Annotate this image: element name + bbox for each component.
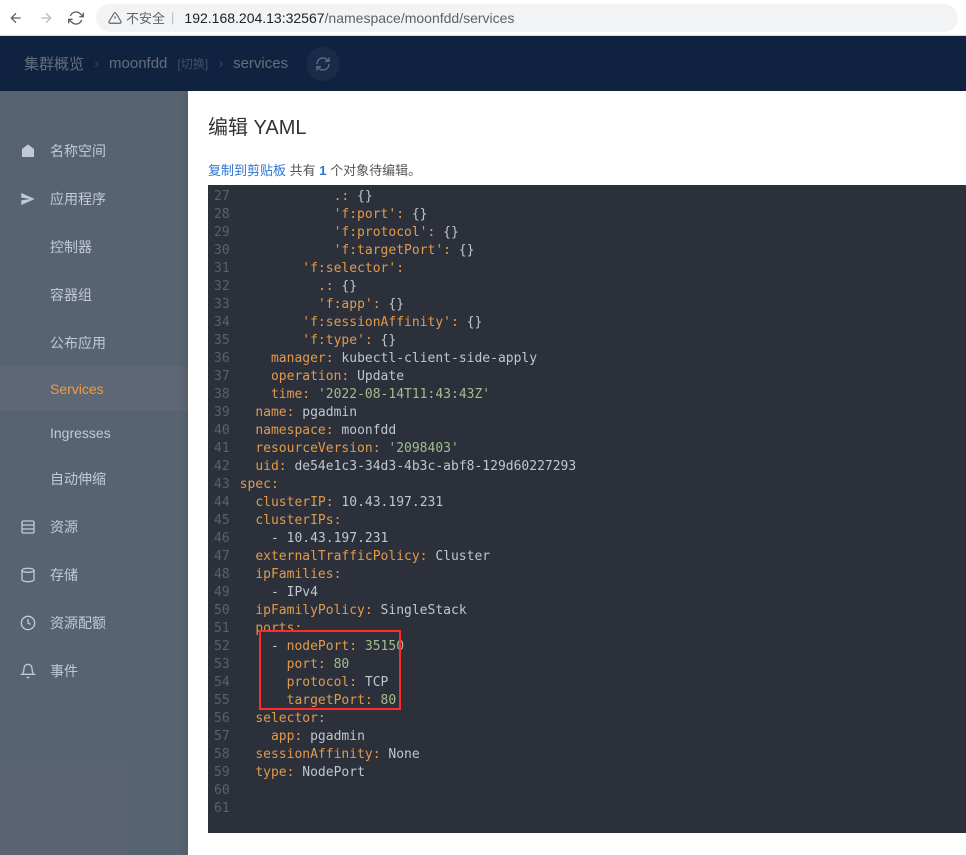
sidebar-item-1[interactable]: 应用程序 xyxy=(0,175,188,223)
sidebar-item-label: 存储 xyxy=(50,565,78,585)
sidebar-item-11[interactable]: 事件 xyxy=(0,647,188,695)
sidebar-item-label: 资源 xyxy=(50,517,78,537)
sidebar-item-label: 公布应用 xyxy=(50,333,106,353)
sidebar-item-5[interactable]: Services xyxy=(0,367,188,411)
code-line: resourceVersion: '2098403' xyxy=(240,440,966,458)
code-line: 'f:port': {} xyxy=(240,206,966,224)
code-line: .: {} xyxy=(240,188,966,206)
code-line: operation: Update xyxy=(240,368,966,386)
sidebar-item-label: 容器组 xyxy=(50,285,92,305)
sidebar-item-4[interactable]: 公布应用 xyxy=(0,319,188,367)
sidebar-item-0[interactable]: 名称空间 xyxy=(0,127,188,175)
sidebar-item-10[interactable]: 资源配额 xyxy=(0,599,188,647)
code-line: - IPv4 xyxy=(240,584,966,602)
warning-triangle-icon xyxy=(108,11,122,25)
code-line: ipFamilies: xyxy=(240,566,966,584)
code-line: clusterIPs: xyxy=(240,512,966,530)
code-line: type: NodePort xyxy=(240,764,966,782)
sidebar: 名称空间应用程序控制器容器组公布应用 Services Ingresses 自动伸缩资… xyxy=(0,91,188,855)
code-line: ports: xyxy=(240,620,966,638)
url-bar[interactable]: 不安全 | 192.168.204.13:32567/namespace/moo… xyxy=(96,4,958,32)
code-line: protocol: TCP xyxy=(240,674,966,692)
sidebar-item-label: 自动伸缩 xyxy=(50,469,106,489)
forward-icon[interactable] xyxy=(38,10,54,26)
code-line: manager: kubectl-client-side-apply xyxy=(240,350,966,368)
sidebar-icon xyxy=(20,143,36,159)
sidebar-item-label: Ingresses xyxy=(50,425,111,441)
code-line: selector: xyxy=(240,710,966,728)
code-line xyxy=(240,800,966,818)
sidebar-item-7[interactable]: 自动伸缩 xyxy=(0,455,188,503)
sidebar-icon xyxy=(20,567,36,583)
code-line: 'f:app': {} xyxy=(240,296,966,314)
yaml-edit-panel: 编辑 YAML 复制到剪贴板 共有 1 个对象待编辑。 272829303132… xyxy=(188,91,966,855)
code-line xyxy=(240,782,966,800)
reload-icon[interactable] xyxy=(68,10,84,26)
code-line: time: '2022-08-14T11:43:43Z' xyxy=(240,386,966,404)
code-line: uid: de54e1c3-34d3-4b3c-abf8-129d6022729… xyxy=(240,458,966,476)
code-line: app: pgadmin xyxy=(240,728,966,746)
yaml-code-editor[interactable]: 2728293031323334353637383940414243444546… xyxy=(208,185,966,833)
insecure-warning: 不安全 | xyxy=(108,8,176,27)
browser-toolbar: 不安全 | 192.168.204.13:32567/namespace/moo… xyxy=(0,0,966,36)
sidebar-icon xyxy=(20,519,36,535)
sidebar-item-label: 事件 xyxy=(50,661,78,681)
sidebar-item-2[interactable]: 控制器 xyxy=(0,223,188,271)
nav-arrows xyxy=(8,10,84,26)
code-line: spec: xyxy=(240,476,966,494)
code-line: port: 80 xyxy=(240,656,966,674)
code-line: 'f:sessionAffinity': {} xyxy=(240,314,966,332)
code-content[interactable]: .: {} 'f:port': {} 'f:protocol': {} 'f:t… xyxy=(240,185,966,833)
sidebar-item-label: 资源配额 xyxy=(50,613,106,633)
pending-count: 1 xyxy=(319,163,326,178)
code-line: externalTrafficPolicy: Cluster xyxy=(240,548,966,566)
sidebar-item-label: 名称空间 xyxy=(50,141,106,161)
code-line: - nodePort: 35150 xyxy=(240,638,966,656)
code-line: name: pgadmin xyxy=(240,404,966,422)
code-line: .: {} xyxy=(240,278,966,296)
back-icon[interactable] xyxy=(8,10,24,26)
copy-to-clipboard-link[interactable]: 复制到剪贴板 xyxy=(208,163,286,178)
code-line: 'f:type': {} xyxy=(240,332,966,350)
code-line: 'f:protocol': {} xyxy=(240,224,966,242)
line-number-gutter: 2728293031323334353637383940414243444546… xyxy=(208,185,240,833)
code-line: 'f:targetPort': {} xyxy=(240,242,966,260)
code-line: - 10.43.197.231 xyxy=(240,530,966,548)
code-line: 'f:selector': xyxy=(240,260,966,278)
sidebar-icon xyxy=(20,191,36,207)
sidebar-item-3[interactable]: 容器组 xyxy=(0,271,188,319)
code-line: ipFamilyPolicy: SingleStack xyxy=(240,602,966,620)
sidebar-icon xyxy=(20,615,36,631)
sidebar-item-8[interactable]: 资源 xyxy=(0,503,188,551)
sidebar-item-9[interactable]: 存储 xyxy=(0,551,188,599)
code-line: namespace: moonfdd xyxy=(240,422,966,440)
code-line: clusterIP: 10.43.197.231 xyxy=(240,494,966,512)
sidebar-item-6[interactable]: Ingresses xyxy=(0,411,188,455)
panel-title: 编辑 YAML xyxy=(208,111,966,140)
sidebar-icon xyxy=(20,663,36,679)
panel-subline: 复制到剪贴板 共有 1 个对象待编辑。 xyxy=(208,160,966,179)
sidebar-item-label: 应用程序 xyxy=(50,189,106,209)
sidebar-item-label: Services xyxy=(50,381,104,397)
code-line: sessionAffinity: None xyxy=(240,746,966,764)
insecure-label: 不安全 xyxy=(126,8,165,27)
sidebar-item-label: 控制器 xyxy=(50,237,92,257)
code-line: targetPort: 80 xyxy=(240,692,966,710)
url-text: 192.168.204.13:32567/namespace/moonfdd/s… xyxy=(184,10,514,26)
